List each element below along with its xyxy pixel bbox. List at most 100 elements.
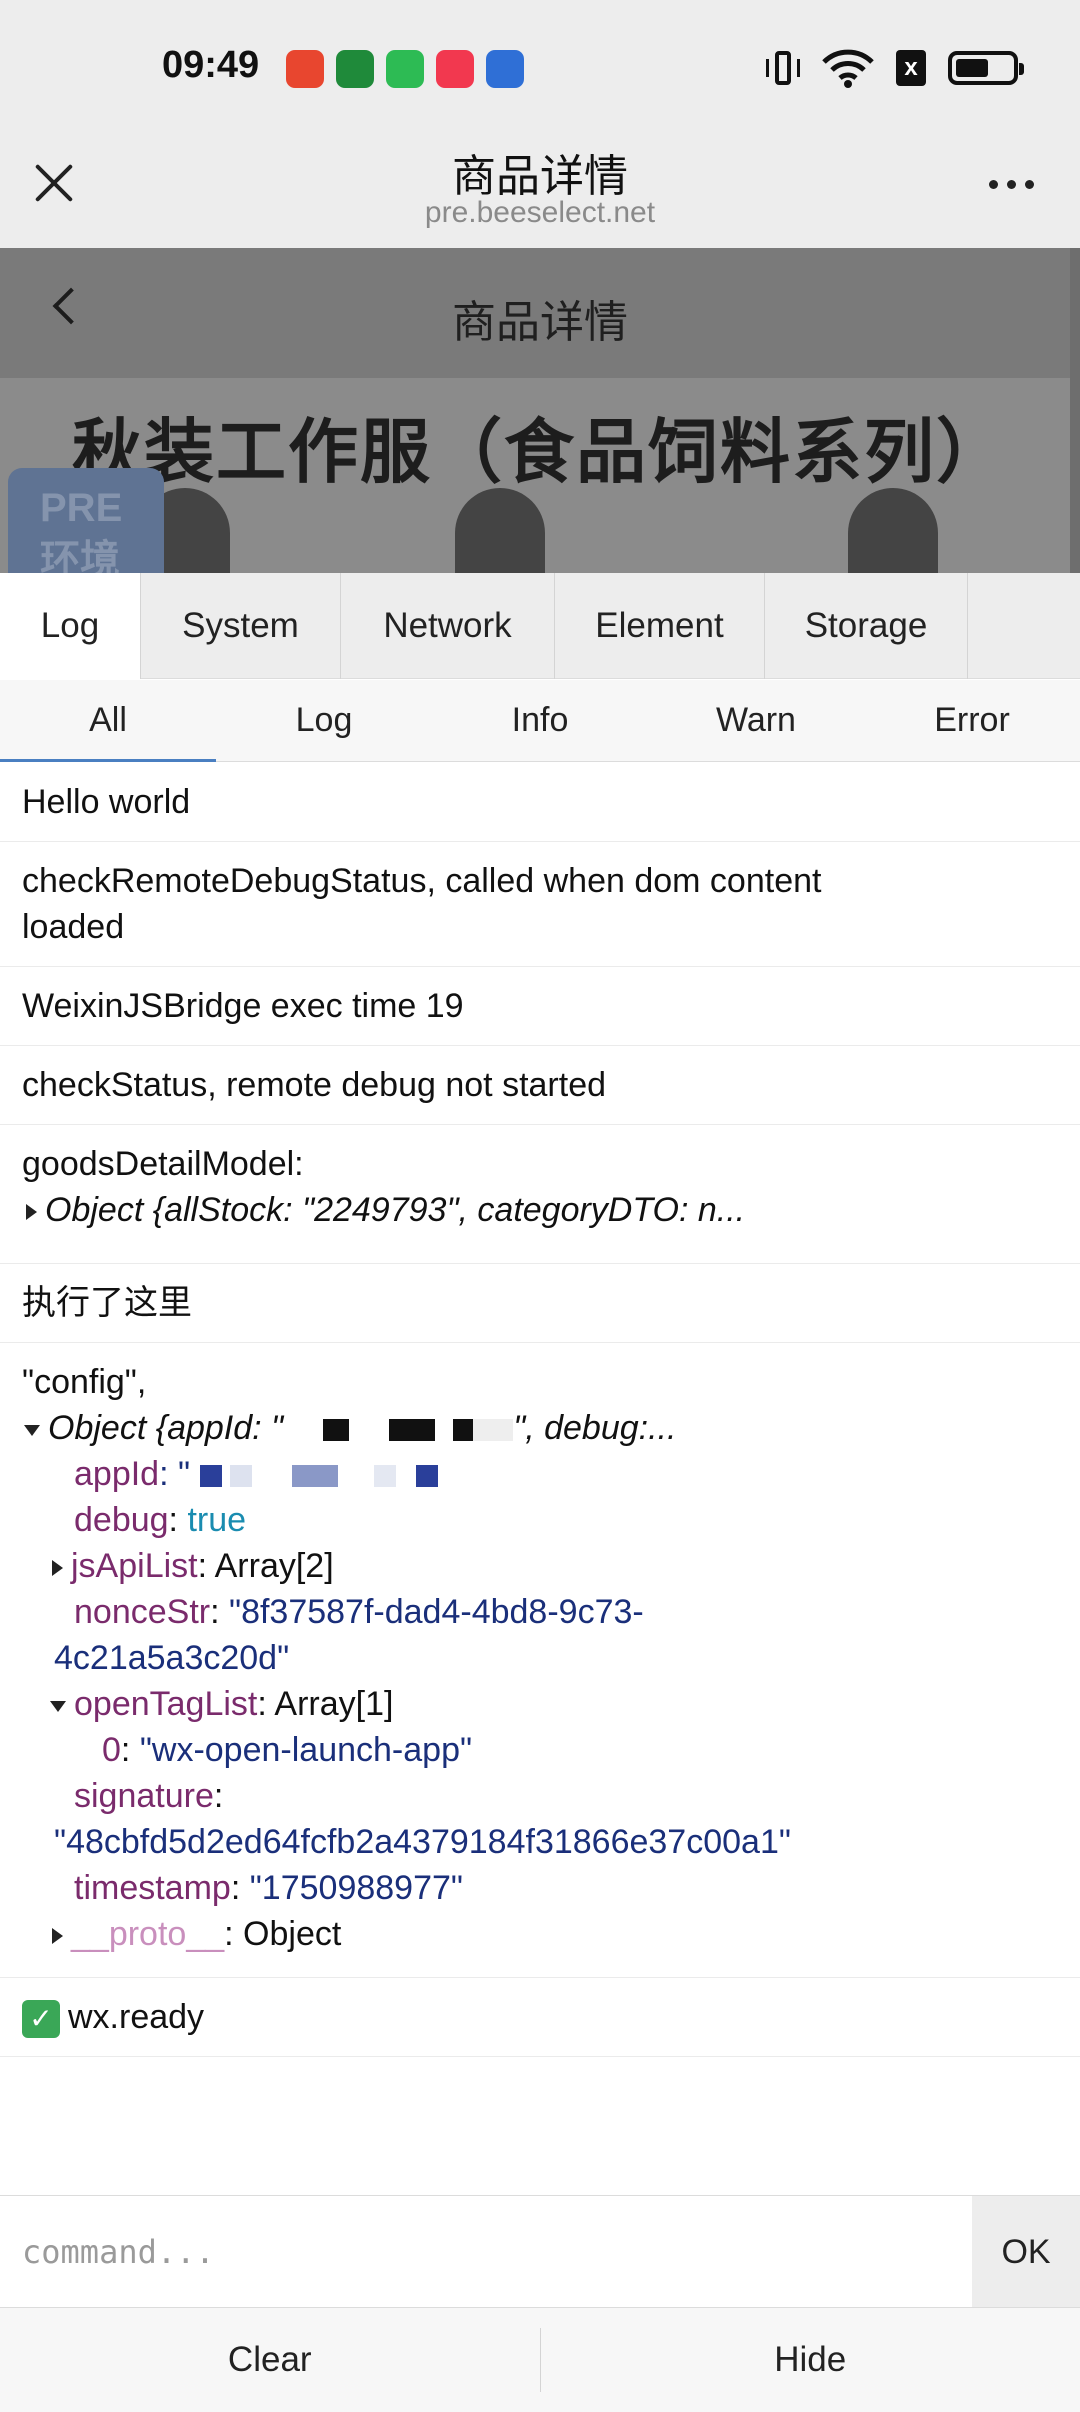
status-time: 09:49: [162, 44, 260, 86]
filter-all[interactable]: All: [0, 680, 216, 762]
baidu-app-icon: [486, 50, 524, 88]
prop-noncestr: nonceStr: "8f37587f-dad4-4bd8-9c73-: [74, 1593, 644, 1631]
tab-system[interactable]: System: [141, 573, 341, 679]
log-text: wx.ready: [68, 1998, 205, 2036]
prop-value: : Object: [224, 1915, 342, 1953]
ok-button[interactable]: OK: [972, 2196, 1080, 2308]
oppo-app-icon: [336, 50, 374, 88]
log-filter-tabs: All Log Info Warn Error: [0, 680, 1080, 762]
redacted-mark: [229, 1465, 252, 1488]
prop-debug: debug: true: [74, 1501, 247, 1539]
vibrate-icon: [766, 49, 800, 87]
food-delivery-app-icon: [286, 50, 324, 88]
prop-key: debug: [74, 1501, 169, 1539]
model-photo: [848, 488, 938, 573]
prop-value: true: [187, 1501, 247, 1539]
model-photo: [455, 488, 545, 573]
prop-opentaglist[interactable]: openTagList: Array[1]: [22, 1681, 1058, 1727]
command-bar: OK: [0, 2195, 1080, 2308]
log-text: Hello world: [22, 783, 191, 821]
prop-key: appId: [74, 1455, 160, 1493]
log-entry: "config", Object {appId: " ", debug:... a…: [0, 1343, 1080, 1978]
expand-arrow-icon[interactable]: [52, 1928, 63, 1945]
tab-log[interactable]: Log: [0, 573, 141, 679]
page-url: pre.beeselect.net: [424, 196, 656, 229]
redacted-mark: [291, 1465, 338, 1488]
console-footer: Clear Hide: [0, 2307, 1080, 2412]
page-title: 商品详情: [452, 152, 628, 201]
prop-key: nonceStr: [74, 1593, 211, 1631]
tab-network[interactable]: Network: [341, 573, 555, 679]
clear-button[interactable]: Clear: [0, 2308, 540, 2412]
prop-timestamp: timestamp: "1750988977": [74, 1869, 463, 1907]
object-summary[interactable]: Object {allStock: "2249793", categoryDTO…: [22, 1187, 1058, 1233]
redacted-mark: [323, 1419, 350, 1442]
hide-button[interactable]: Hide: [541, 2308, 1080, 2412]
log-entry: WeixinJSBridge exec time 19: [0, 967, 1080, 1046]
tab-element[interactable]: Element: [555, 573, 765, 679]
redacted-mark: [435, 1419, 453, 1441]
expand-arrow-icon[interactable]: [26, 1204, 37, 1221]
status-bar: 09:49 x: [0, 0, 1080, 140]
browser-title-bar: 商品详情 pre.beeselect.net: [0, 140, 1080, 248]
expand-arrow-icon[interactable]: [52, 1560, 63, 1577]
prop-noncestr-cont: 4c21a5a3c20d": [54, 1639, 290, 1677]
prop-value: : Array[2]: [197, 1547, 334, 1585]
filter-log[interactable]: Log: [216, 680, 432, 761]
prop-value: "wx-open-launch-app": [139, 1731, 473, 1769]
filter-warn[interactable]: Warn: [648, 680, 864, 761]
log-entry: checkRemoteDebugStatus, called when dom …: [0, 842, 1080, 967]
webpage-title: 商品详情: [452, 298, 628, 347]
command-input[interactable]: [0, 2196, 972, 2308]
log-entry: Hello world: [0, 763, 1080, 842]
prop-proto[interactable]: __proto__: Object: [22, 1911, 1058, 1957]
prop-opentag-0: 0: "wx-open-launch-app": [102, 1731, 473, 1769]
prop-key: signature: [74, 1777, 214, 1815]
log-text: 执行了这里: [22, 1284, 192, 1322]
collapse-arrow-icon[interactable]: [24, 1424, 40, 1436]
more-options-icon[interactable]: [989, 180, 1034, 189]
webpage-background: 商品详情 秋装工作服（食品饲料系列） PRE 环境: [0, 248, 1080, 573]
log-output: Hello world checkRemoteDebugStatus, call…: [0, 763, 1080, 2195]
prop-signature-value: "48cbfd5d2ed64fcfb2a4379184f31866e37c00a…: [54, 1823, 791, 1861]
prop-value: : Array[1]: [257, 1685, 394, 1723]
tab-storage[interactable]: Storage: [765, 573, 968, 679]
redacted-mark: [373, 1465, 396, 1488]
log-text: checkStatus, remote debug not started: [22, 1066, 607, 1104]
notification-app-icons: [286, 50, 524, 88]
prop-key: jsApiList: [71, 1547, 198, 1585]
webpage-scrollbar: [1070, 248, 1080, 573]
prop-key: timestamp: [74, 1869, 231, 1907]
status-indicators: x: [766, 48, 1024, 88]
redacted-mark: [283, 1419, 323, 1441]
redacted-mark: [415, 1465, 438, 1488]
redacted-mark: [389, 1419, 436, 1442]
filter-error[interactable]: Error: [864, 680, 1080, 761]
prop-key: openTagList: [74, 1685, 258, 1723]
redacted-mark: [473, 1419, 514, 1442]
log-entry: checkStatus, remote debug not started: [0, 1046, 1080, 1125]
webpage-nav-bar: 商品详情: [0, 248, 1080, 378]
filter-info[interactable]: Info: [432, 680, 648, 761]
log-entry: 执行了这里: [0, 1264, 1080, 1343]
collapse-arrow-icon[interactable]: [50, 1700, 66, 1712]
prop-value: : ": [159, 1455, 191, 1493]
env-badge: PRE 环境: [8, 468, 164, 573]
prop-appid: appId: ": [22, 1451, 1058, 1497]
prop-value: "8f37587f-dad4-4bd8-9c73-: [229, 1593, 644, 1631]
log-text: checkRemoteDebugStatus, called when dom …: [22, 862, 822, 946]
log-text: WeixinJSBridge exec time 19: [22, 987, 464, 1025]
log-text: "config",: [22, 1363, 147, 1401]
prop-jsapilist[interactable]: jsApiList: Array[2]: [22, 1543, 1058, 1589]
object-summary[interactable]: Object {appId: " ", debug:...: [22, 1405, 1058, 1451]
log-entry: ✓ wx.ready: [0, 1978, 1080, 2057]
music-app-icon: [436, 50, 474, 88]
object-summary-text: ", debug:...: [513, 1409, 677, 1447]
env-badge-line: 环境: [40, 538, 120, 573]
green-shopping-app-icon: [386, 50, 424, 88]
log-entry: goodsDetailModel: Object {allStock: "224…: [0, 1125, 1080, 1264]
object-summary-text: Object {allStock: "2249793", categoryDTO…: [45, 1191, 746, 1229]
object-summary-text: Object {appId: ": [48, 1409, 284, 1447]
no-sim-icon: x: [896, 50, 926, 86]
check-mark-icon: ✓: [22, 2000, 60, 2039]
